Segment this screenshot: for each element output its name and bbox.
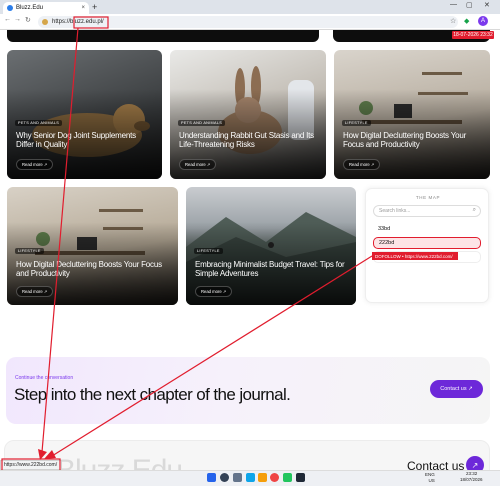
maximize-icon[interactable]: ▢: [466, 1, 473, 9]
profile-avatar[interactable]: A: [478, 16, 488, 26]
read-more-button[interactable]: Read more ↗: [179, 159, 217, 170]
read-more-button[interactable]: Read more ↗: [16, 159, 54, 170]
top-card-left: [7, 30, 319, 42]
forward-icon[interactable]: →: [14, 16, 21, 23]
article-card-1[interactable]: PETS AND ANIMALS Why Senior Dog Joint Su…: [7, 50, 162, 179]
article-title[interactable]: Understanding Rabbit Gut Stasis and Its …: [179, 131, 318, 150]
article-card-3[interactable]: LIFESTYLE How Digital Decluttering Boost…: [334, 50, 490, 179]
url-text: https://bluzz.edu.pl/: [52, 19, 104, 25]
map-link-33bd[interactable]: 33bd: [373, 223, 481, 235]
app-icon[interactable]: [283, 473, 292, 482]
category-tag: LIFESTYLE: [342, 120, 371, 126]
search-placeholder: Search links...: [379, 208, 411, 214]
terminal-icon[interactable]: [296, 473, 305, 482]
language-indicator[interactable]: ENG US: [425, 472, 435, 483]
start-icon[interactable]: [207, 473, 216, 482]
article-title[interactable]: How Digital Decluttering Boosts Your Foc…: [16, 260, 170, 279]
clock-time[interactable]: 23:32: [466, 471, 477, 477]
article-title[interactable]: Why Senior Dog Joint Supplements Differ …: [16, 131, 154, 150]
category-tag: LIFESTYLE: [15, 248, 44, 254]
close-window-icon[interactable]: ✕: [484, 1, 490, 9]
new-tab-button[interactable]: +: [92, 2, 97, 12]
file-explorer-icon[interactable]: [258, 473, 267, 482]
map-title: THE MAP: [415, 195, 441, 200]
category-tag: PETS AND ANIMALS: [178, 120, 226, 126]
article-card-5[interactable]: LIFESTYLE Embracing Minimalist Budget Tr…: [186, 187, 356, 305]
tab-title: Bluzz.Edu: [16, 5, 44, 11]
category-tag: LIFESTYLE: [194, 248, 223, 254]
contact-us-button[interactable]: Contact us ↗: [430, 380, 483, 398]
back-icon[interactable]: ←: [4, 16, 11, 23]
category-tag: PETS AND ANIMALS: [15, 120, 63, 126]
task-view-icon[interactable]: [233, 473, 242, 482]
favicon-icon: [7, 5, 13, 11]
cta-heading: Step into the next chapter of the journa…: [14, 385, 291, 404]
clock-date: 18/07/2026: [460, 477, 483, 482]
map-widget: THE MAP Search links... ⌕ 33bd 222bd: [365, 188, 489, 303]
article-card-2[interactable]: PETS AND ANIMALS Understanding Rabbit Gu…: [170, 50, 326, 179]
search-links-input[interactable]: Search links... ⌕: [373, 205, 481, 217]
tab-close-icon[interactable]: ×: [81, 5, 85, 11]
search-icon: ⌕: [472, 207, 476, 213]
edge-icon[interactable]: [246, 473, 255, 482]
site-info-icon[interactable]: [42, 19, 48, 25]
link-status-bar: https://www.222bd.com/: [0, 460, 62, 470]
timestamp-badge: 18-07-2026 23:32: [452, 31, 494, 39]
read-more-button[interactable]: Read more ↗: [343, 159, 381, 170]
minimize-icon[interactable]: —: [450, 1, 457, 8]
bookmark-star-icon[interactable]: ☆: [450, 17, 456, 25]
read-more-button[interactable]: Read more ↗: [195, 286, 233, 297]
read-more-button[interactable]: Read more ↗: [16, 286, 54, 297]
chrome-icon[interactable]: [270, 473, 279, 482]
cta-eyebrow: Continue the conversation: [15, 375, 74, 381]
reload-icon[interactable]: ↻: [25, 16, 31, 24]
search-taskbar-icon[interactable]: [220, 473, 229, 482]
dofollow-tooltip: DOFOLLOW • https://www.222bd.com/: [372, 252, 458, 260]
article-title[interactable]: Embracing Minimalist Budget Travel: Tips…: [195, 260, 348, 279]
article-title[interactable]: How Digital Decluttering Boosts Your Foc…: [343, 131, 482, 150]
map-link-222bd[interactable]: 222bd: [373, 237, 481, 249]
browser-tab[interactable]: Bluzz.Edu ×: [3, 2, 89, 14]
article-card-4[interactable]: LIFESTYLE How Digital Decluttering Boost…: [7, 187, 178, 305]
address-bar[interactable]: https://bluzz.edu.pl/: [38, 16, 458, 28]
extension-icon[interactable]: ◆: [464, 17, 469, 25]
